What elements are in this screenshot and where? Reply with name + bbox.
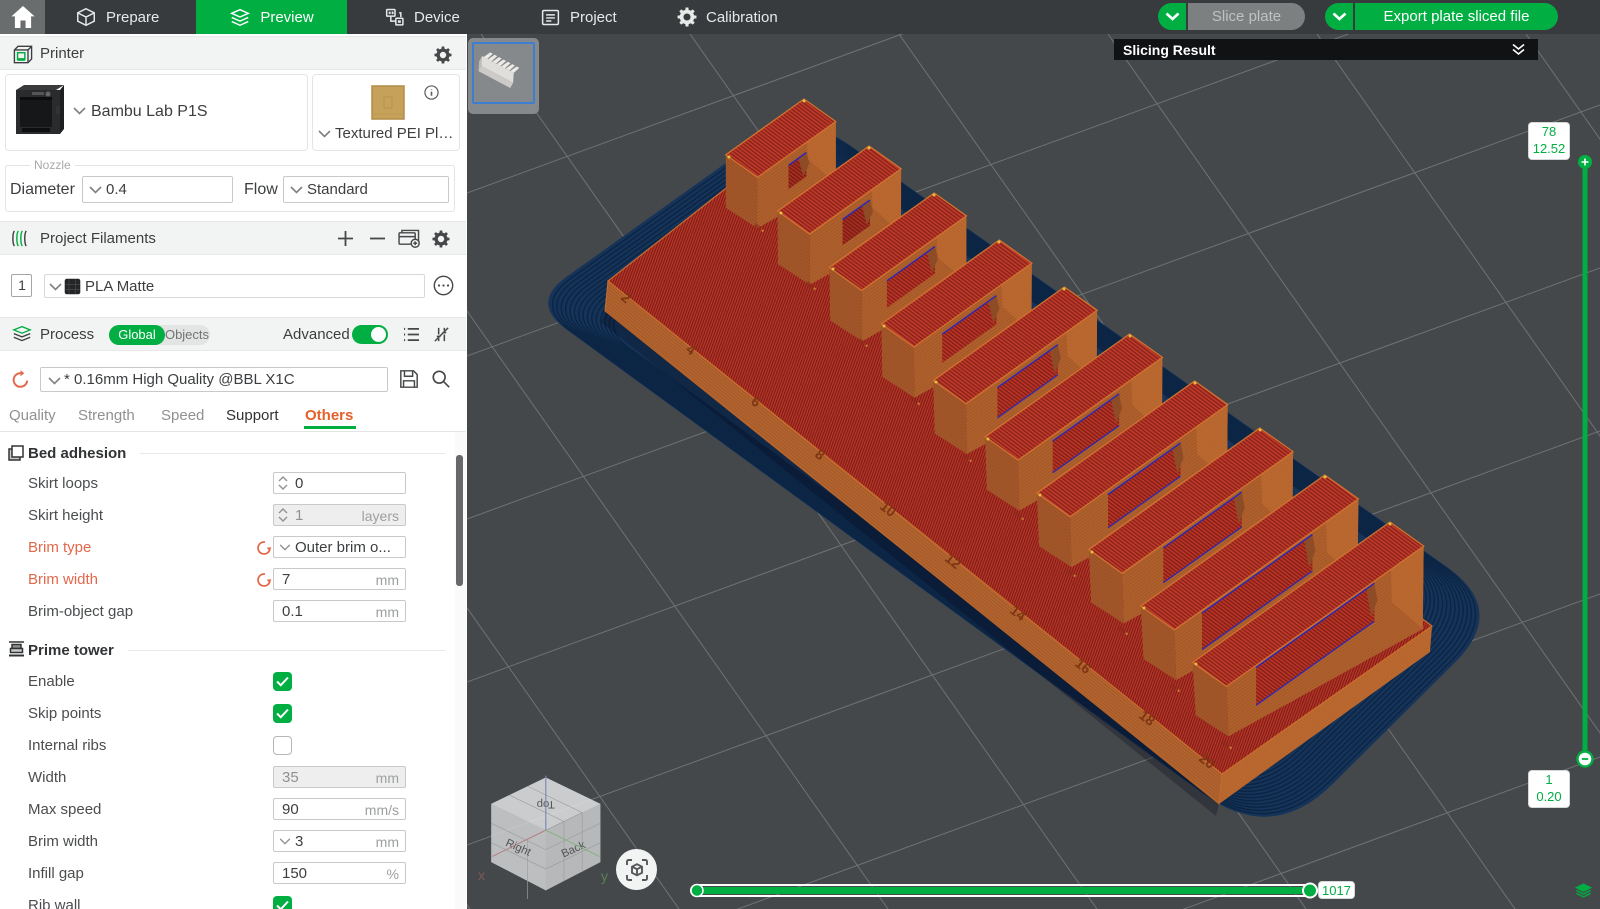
svg-text:x: x (478, 867, 485, 883)
svg-text:y: y (601, 868, 608, 884)
